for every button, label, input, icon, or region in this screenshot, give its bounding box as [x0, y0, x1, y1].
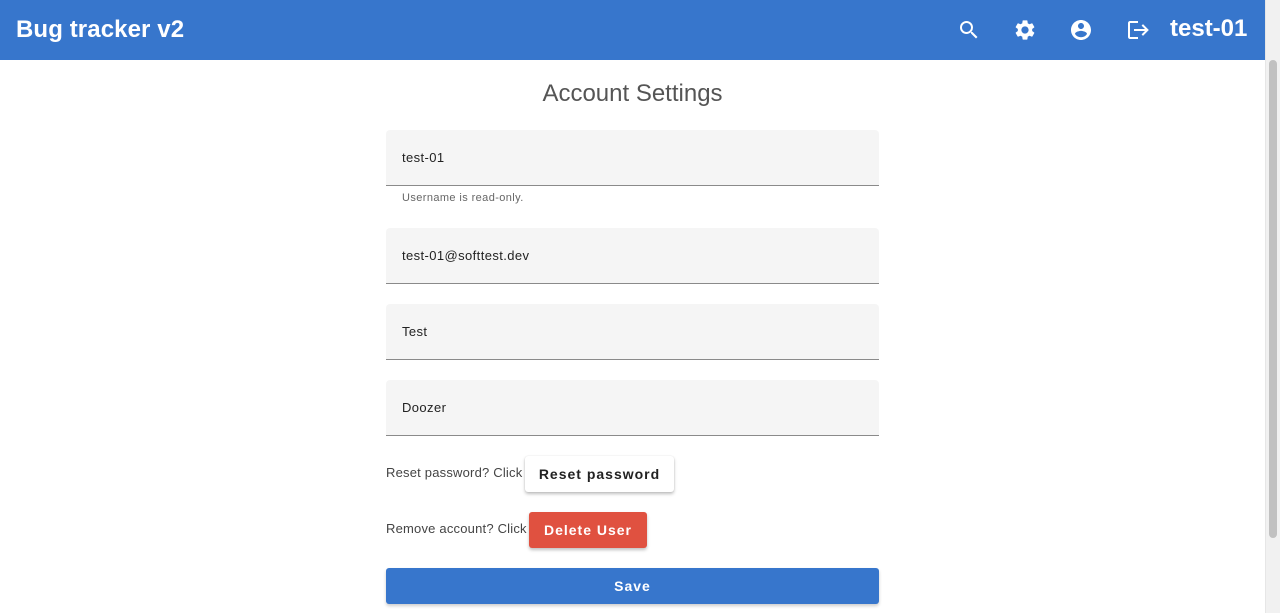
- reset-password-prompt: Reset password? Click: [386, 465, 523, 480]
- email-field: [386, 228, 879, 284]
- first-name-input[interactable]: [402, 304, 862, 359]
- app-title: Bug tracker v2: [16, 16, 185, 43]
- username-hint: Username is read-only.: [402, 192, 524, 204]
- email-input[interactable]: [402, 228, 862, 283]
- first-name-field: [386, 304, 879, 360]
- username-input[interactable]: [402, 130, 862, 185]
- current-user-name: test-01: [1170, 15, 1248, 42]
- reset-password-button[interactable]: Reset password: [525, 456, 674, 492]
- scrollbar-thumb[interactable]: [1269, 60, 1277, 538]
- profile-button[interactable]: [1065, 14, 1097, 46]
- delete-user-button[interactable]: Delete User: [529, 512, 647, 548]
- last-name-field: [386, 380, 879, 436]
- search-icon: [960, 21, 978, 39]
- logout-button[interactable]: [1121, 14, 1153, 46]
- page-title: Account Settings: [542, 80, 723, 107]
- account-circle-icon: [1071, 20, 1091, 40]
- last-name-input[interactable]: [402, 380, 862, 435]
- app-bar: Bug tracker v2 test-01: [0, 0, 1265, 60]
- save-button[interactable]: Save: [386, 568, 879, 604]
- remove-account-prompt: Remove account? Click: [386, 521, 527, 536]
- settings-button[interactable]: [1009, 14, 1041, 46]
- search-button[interactable]: [953, 14, 985, 46]
- gear-icon: [1015, 20, 1035, 40]
- username-field: [386, 130, 879, 186]
- logout-icon: [1128, 21, 1149, 39]
- page-scrollbar[interactable]: [1265, 0, 1280, 613]
